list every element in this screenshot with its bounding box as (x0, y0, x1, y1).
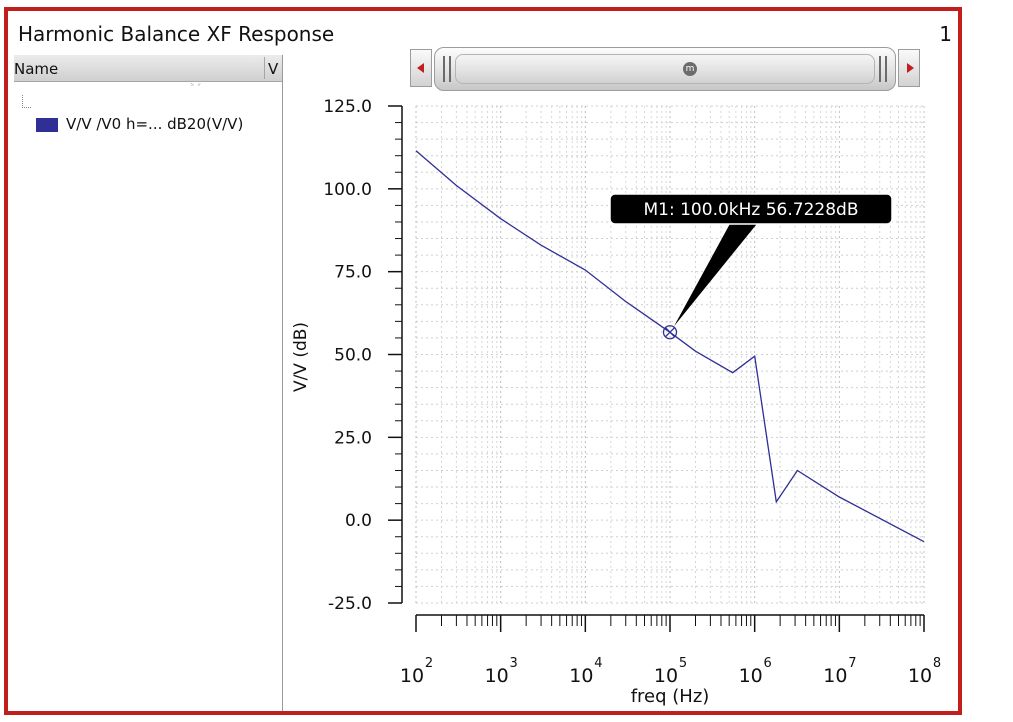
plot-grid (415, 105, 925, 604)
y-tick-label: 0.0 (345, 511, 372, 531)
plot-area[interactable]: 125.0100.075.050.025.00.0-25.0 102103104… (0, 0, 1013, 722)
x-tick-label: 10 (908, 665, 932, 687)
y-tick-label: 75.0 (334, 263, 372, 283)
x-tick-exponent: 5 (679, 656, 687, 671)
y-tick-label: -25.0 (328, 594, 372, 614)
x-tick-exponent: 3 (510, 656, 518, 671)
x-tick-label: 10 (654, 665, 678, 687)
marker-callout-pointer (674, 220, 760, 327)
x-axis-label: freq (Hz) (631, 686, 710, 707)
y-axis-ticks: 125.0 100.0 75.0 50.0 25.0 0.0 -25.0 (323, 97, 402, 614)
x-tick-label: 10 (823, 665, 847, 687)
y-axis-label: V/V (dB) (291, 322, 311, 392)
marker-label: M1: 100.0kHz 56.7228dB (644, 200, 859, 220)
y-tick-label: 25.0 (334, 428, 372, 448)
x-tick-exponent: 4 (594, 656, 602, 671)
x-tick-label: 10 (739, 665, 763, 687)
x-axis-ticks: 102103104105106107108 (400, 615, 941, 687)
x-tick-exponent: 8 (933, 656, 941, 671)
x-tick-label: 10 (485, 665, 509, 687)
y-tick-label: 100.0 (323, 180, 372, 200)
x-tick-label: 10 (569, 665, 593, 687)
y-tick-label: 50.0 (334, 346, 372, 366)
x-tick-exponent: 7 (848, 656, 856, 671)
x-tick-label: 10 (400, 665, 424, 687)
x-tick-exponent: 6 (764, 656, 772, 671)
y-tick-label: 125.0 (323, 97, 372, 117)
x-tick-exponent: 2 (425, 656, 433, 671)
plot-axes (401, 106, 924, 616)
